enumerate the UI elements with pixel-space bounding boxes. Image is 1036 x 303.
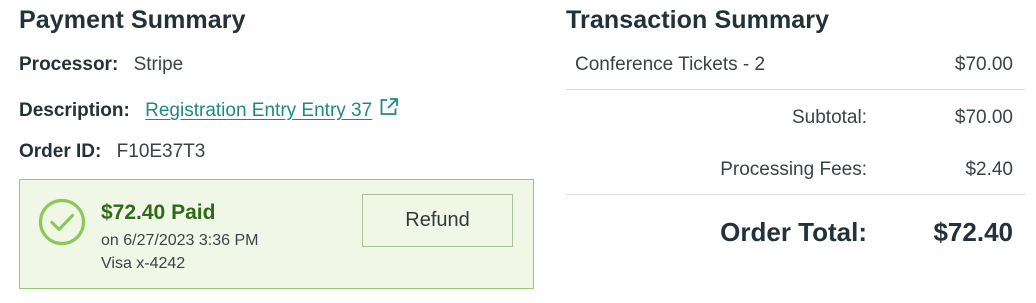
subtotal-value: $70.00 xyxy=(954,107,1013,128)
description-field: Description: Registration Entry Entry 37 xyxy=(19,97,400,123)
line-item-description: Conference Tickets - 2 xyxy=(575,54,766,75)
processor-value: Stripe xyxy=(133,54,184,75)
paid-card: Visa x-4242 xyxy=(101,255,186,272)
description-label: Description: xyxy=(19,100,130,121)
divider xyxy=(566,89,1025,90)
paid-date: on 6/27/2023 3:36 PM xyxy=(101,232,259,249)
payment-status-box: $72.40 Paid on 6/27/2023 3:36 PM Visa x-… xyxy=(19,179,534,289)
order-total-value: $72.40 xyxy=(933,217,1013,247)
order-id-value: F10E37T3 xyxy=(116,141,206,162)
registration-entry-link-text: Registration Entry Entry 37 xyxy=(145,100,373,121)
transaction-summary-title: Transaction Summary xyxy=(566,6,830,34)
paid-amount: $72.40 Paid xyxy=(101,201,216,224)
registration-entry-link[interactable]: Registration Entry Entry 37 xyxy=(145,97,400,123)
processor-label: Processor: xyxy=(19,54,119,75)
subtotal-label: Subtotal: xyxy=(792,107,867,128)
refund-button[interactable]: Refund xyxy=(362,194,513,247)
check-circle-icon xyxy=(38,198,86,251)
order-id-label: Order ID: xyxy=(19,141,102,162)
divider xyxy=(566,194,1025,195)
external-link-icon xyxy=(378,97,400,123)
processing-fees-value: $2.40 xyxy=(965,159,1013,180)
order-total-label: Order Total: xyxy=(720,217,867,247)
processor-field: Processor: Stripe xyxy=(19,54,183,76)
line-item-amount: $70.00 xyxy=(954,54,1013,75)
processing-fees-label: Processing Fees: xyxy=(720,159,867,180)
payment-summary-title: Payment Summary xyxy=(19,6,246,34)
order-id-field: Order ID: F10E37T3 xyxy=(19,141,205,163)
